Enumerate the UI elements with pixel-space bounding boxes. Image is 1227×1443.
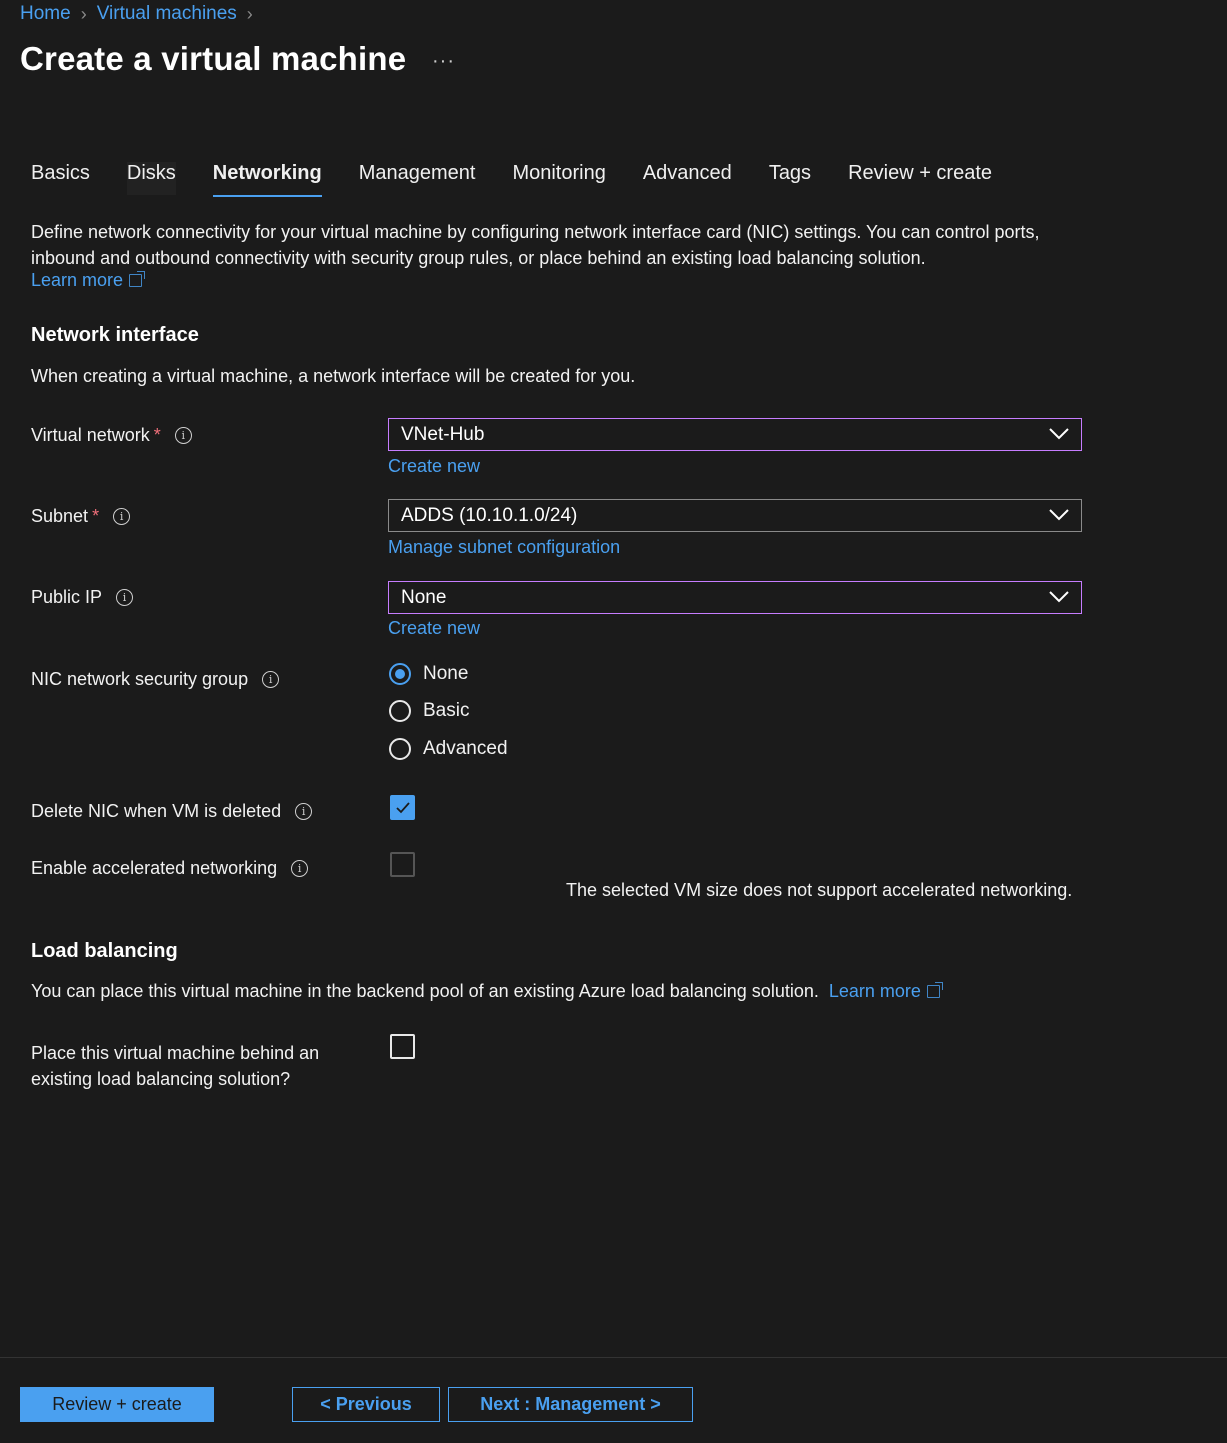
info-icon[interactable]: i [116, 589, 134, 606]
public-ip-label-text: Public IP [31, 587, 103, 607]
checkmark-icon [396, 802, 410, 814]
info-icon[interactable]: i [262, 671, 280, 688]
nsg-option-none[interactable]: None [389, 663, 468, 685]
nsg-label-text: NIC network security group [31, 669, 249, 689]
info-icon[interactable]: i [113, 508, 131, 525]
delete-nic-checkbox[interactable] [390, 795, 415, 820]
accelerated-networking-note: The selected VM size does not support ac… [566, 880, 1073, 900]
subnet-value: ADDS (10.10.1.0/24) [401, 504, 578, 526]
info-icon[interactable]: i [295, 803, 313, 820]
info-icon[interactable]: i [291, 860, 309, 877]
chevron-down-icon [1049, 509, 1069, 521]
section-heading-network-interface: Network interface [31, 324, 199, 346]
tab-bar: Basics Disks Networking Management Monit… [31, 162, 1029, 197]
chevron-down-icon [1049, 428, 1069, 440]
subnet-label-text: Subnet [31, 506, 89, 526]
virtual-network-label-text: Virtual network [31, 425, 150, 445]
delete-nic-label: Delete NIC when VM is deleted i [31, 801, 313, 822]
tab-tags[interactable]: Tags [769, 162, 811, 195]
tab-monitoring[interactable]: Monitoring [512, 162, 605, 195]
public-ip-value: None [401, 586, 447, 608]
place-behind-lb-label-line1: Place this virtual machine behind an [31, 1043, 320, 1063]
ellipsis-icon[interactable]: ··· [432, 50, 455, 73]
tab-management[interactable]: Management [359, 162, 476, 195]
footer-divider [0, 1357, 1227, 1358]
nsg-option-basic[interactable]: Basic [389, 700, 469, 722]
place-behind-lb-label: Place this virtual machine behind an exi… [31, 1040, 319, 1092]
nsg-option-advanced[interactable]: Advanced [389, 738, 508, 760]
tab-basics[interactable]: Basics [31, 162, 90, 195]
subnet-select[interactable]: ADDS (10.10.1.0/24) [388, 499, 1082, 532]
tab-networking[interactable]: Networking [212, 162, 322, 197]
previous-button[interactable]: < Previous [292, 1387, 440, 1422]
load-balancing-description: You can place this virtual machine in th… [31, 981, 943, 1002]
load-balancing-text: You can place this virtual machine in th… [31, 981, 819, 1001]
review-create-button[interactable]: Review + create [20, 1387, 214, 1422]
learn-more-label[interactable]: Learn more [31, 270, 123, 291]
place-behind-lb-label-line2: existing load balancing solution? [31, 1069, 291, 1089]
chevron-right-icon: › [80, 3, 87, 24]
radio-button[interactable] [389, 663, 411, 685]
nsg-option-label: Advanced [423, 738, 508, 759]
delete-nic-label-text: Delete NIC when VM is deleted [31, 801, 282, 821]
load-balancing-learn-more-link[interactable]: Learn more [829, 981, 921, 1002]
tab-advanced[interactable]: Advanced [643, 162, 732, 195]
chevron-down-icon [1049, 591, 1069, 603]
tab-review-create[interactable]: Review + create [848, 162, 992, 195]
required-asterisk: * [92, 506, 100, 526]
nsg-option-label: Basic [423, 700, 470, 721]
networking-description: Define network connectivity for your vir… [31, 222, 1040, 268]
section-heading-load-balancing: Load balancing [31, 940, 178, 962]
required-asterisk: * [153, 425, 161, 445]
section-subtext-network-interface: When creating a virtual machine, a netwo… [31, 366, 636, 386]
subnet-label: Subnet * i [31, 506, 131, 527]
radio-button[interactable] [389, 738, 411, 760]
chevron-right-icon: › [246, 3, 253, 24]
external-link-icon [926, 982, 943, 998]
accelerated-networking-label-text: Enable accelerated networking [31, 858, 278, 878]
next-management-button[interactable]: Next : Management > [448, 1387, 693, 1422]
tab-disks[interactable]: Disks [126, 162, 176, 195]
public-ip-select[interactable]: None [388, 581, 1082, 614]
virtual-network-select[interactable]: VNet-Hub [388, 418, 1082, 451]
create-new-vnet-link[interactable]: Create new [388, 456, 480, 477]
info-icon[interactable]: i [174, 427, 192, 444]
page-title: Create a virtual machine [20, 40, 407, 77]
public-ip-label: Public IP i [31, 587, 134, 608]
accelerated-networking-label: Enable accelerated networking i [31, 858, 309, 879]
virtual-network-label: Virtual network * i [31, 425, 192, 446]
place-behind-lb-checkbox[interactable] [390, 1034, 415, 1059]
breadcrumb-home[interactable]: Home [20, 3, 71, 25]
nsg-option-label: None [423, 663, 469, 684]
accelerated-networking-checkbox[interactable] [390, 852, 415, 877]
breadcrumb: Home › Virtual machines › [20, 3, 253, 25]
nsg-label: NIC network security group i [31, 669, 280, 690]
virtual-network-value: VNet-Hub [401, 423, 485, 445]
breadcrumb-virtual-machines[interactable]: Virtual machines [97, 3, 237, 25]
external-link-icon [129, 271, 146, 287]
radio-button[interactable] [389, 700, 411, 722]
learn-more-link[interactable]: Learn more [31, 270, 146, 291]
create-new-public-ip-link[interactable]: Create new [388, 618, 480, 639]
manage-subnet-link[interactable]: Manage subnet configuration [388, 537, 620, 558]
